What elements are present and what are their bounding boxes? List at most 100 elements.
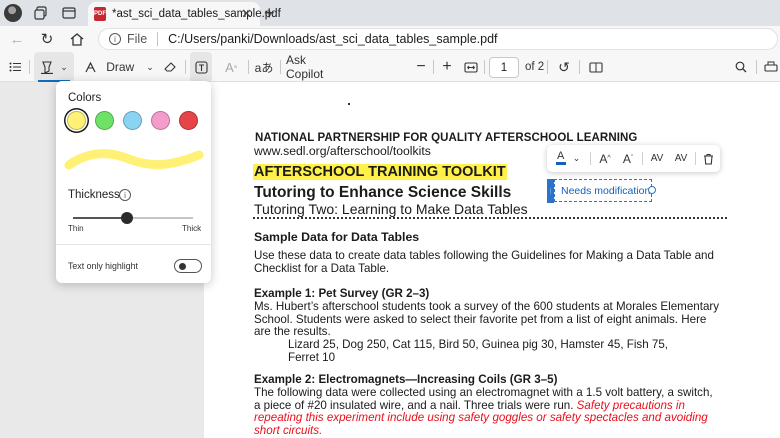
thin-label: Thin	[68, 224, 84, 233]
pdf-toolbar: ⌄ Draw ⌄ Aᵃ aあ Ask Copilot − + 1 of 2 ↺	[0, 52, 780, 82]
org-name: NATIONAL PARTNERSHIP FOR QUALITY AFTERSC…	[255, 132, 638, 144]
fit-to-width-icon[interactable]	[460, 52, 482, 82]
read-aloud-button[interactable]: aあ	[253, 52, 275, 82]
address-bar[interactable]: i File C:/Users/panki/Downloads/ast_sci_…	[98, 28, 778, 50]
document-title: Tutoring to Enhance Science Skills	[254, 184, 512, 201]
annotation-drag-handle[interactable]: ⋮	[547, 179, 554, 203]
thickness-slider-fill	[73, 217, 127, 219]
refresh-icon[interactable]: ↻	[34, 26, 60, 52]
address-scheme-label: File	[127, 32, 148, 46]
toolbar-divider	[590, 152, 591, 165]
annotation-resize-handle[interactable]	[648, 186, 656, 194]
toolkit-heading-highlighted: AFTERSCHOOL TRAINING TOOLKIT	[253, 164, 507, 180]
zoom-in-icon[interactable]: +	[436, 52, 458, 82]
contents-list-icon[interactable]	[4, 52, 26, 82]
intro-paragraph: Use these data to create data tables fol…	[254, 249, 724, 276]
ask-copilot-button[interactable]: Ask Copilot	[286, 52, 346, 82]
address-row: ← ↻ i File C:/Users/panki/Downloads/ast_…	[0, 26, 780, 52]
toolbar-divider	[280, 60, 281, 74]
page-number-input[interactable]: 1	[489, 57, 519, 78]
highlighter-icon	[41, 61, 54, 74]
thick-label: Thick	[182, 224, 202, 233]
thickness-label: Thickness	[68, 189, 120, 201]
home-icon[interactable]	[64, 26, 90, 52]
new-tab-button[interactable]: +	[264, 3, 275, 24]
text-only-highlight-label: Text only highlight	[68, 261, 138, 271]
swatch-blue[interactable]	[123, 111, 142, 130]
increase-spacing-icon[interactable]: AV	[646, 145, 668, 172]
thickness-slider-handle[interactable]	[121, 212, 133, 224]
toolbar-divider	[579, 60, 580, 74]
text-color-button[interactable]: A ⌄	[551, 145, 585, 172]
highlight-preview-stroke	[64, 149, 204, 170]
toolbar-divider	[433, 60, 434, 74]
text-line: Ms. Hubert’s afterschool students took a…	[254, 299, 720, 313]
toolbar-divider	[642, 152, 643, 165]
highlight-button[interactable]: ⌄	[34, 52, 74, 82]
increase-font-size-icon[interactable]: A ^	[594, 145, 616, 172]
profile-avatar[interactable]	[4, 4, 22, 22]
page-count: of 2	[525, 61, 545, 73]
close-tab-icon[interactable]: ✕	[241, 6, 252, 22]
data-line: Ferret 10	[288, 350, 336, 364]
tab-strip: PDF *ast_sci_data_tables_sample.pdf ✕ +	[0, 0, 780, 26]
example-1: Example 1: Pet Survey (GR 2–3) Ms. Huber…	[254, 287, 724, 365]
panel-divider	[56, 244, 211, 245]
swatch-green[interactable]	[95, 111, 114, 130]
safety-note: Safety precautions in	[576, 398, 685, 412]
toolbar-divider	[484, 60, 485, 74]
draw-icon	[85, 61, 96, 72]
pdf-page[interactable]: NATIONAL PARTNERSHIP FOR QUALITY AFTERSC…	[204, 82, 780, 438]
swatch-red[interactable]	[179, 111, 198, 130]
workspaces-icon[interactable]	[28, 0, 54, 26]
font-color-bar	[555, 162, 566, 165]
swatch-yellow[interactable]	[67, 111, 86, 130]
info-icon[interactable]: i	[119, 189, 131, 201]
print-icon[interactable]	[762, 52, 780, 82]
draw-button[interactable]: Draw ⌄	[84, 52, 154, 82]
decrease-spacing-icon[interactable]: AV	[670, 145, 692, 172]
toolbar-divider	[29, 60, 30, 74]
text-line: Checklist for a Data Table.	[254, 261, 390, 275]
toolbar-divider	[248, 60, 249, 74]
decrease-font-size-icon[interactable]: Aˇ	[617, 145, 639, 172]
highlight-options-panel: Colors Thickness i Thin Thick Text only …	[56, 81, 211, 283]
toggle-knob	[179, 263, 186, 270]
back-arrow-icon[interactable]: ←	[4, 26, 30, 52]
text-annotation-box[interactable]: Needs modification	[554, 179, 652, 202]
colors-label: Colors	[68, 92, 102, 104]
document-subtitle: Tutoring Two: Learning to Make Data Tabl…	[254, 201, 528, 217]
annotation-text[interactable]: Needs modification	[561, 185, 650, 197]
zoom-out-icon[interactable]: −	[410, 52, 432, 82]
text-only-highlight-toggle[interactable]	[174, 259, 202, 273]
text-box-icon	[194, 60, 208, 74]
add-text-button[interactable]	[190, 52, 212, 82]
chevron-down-icon: ⌄	[60, 61, 68, 72]
safety-note: short circuits.	[254, 424, 323, 438]
address-divider	[157, 32, 159, 46]
example-2-heading: Example 2: Electromagnets—Increasing Coi…	[254, 373, 558, 386]
text-format-icon[interactable]: Aᵃ	[220, 52, 242, 82]
dotted-divider	[253, 217, 727, 219]
example-2: Example 2: Electromagnets—Increasing Coi…	[254, 373, 724, 438]
text-span: a piece of #20 insulated wire, and a nai…	[254, 398, 577, 412]
page-speck	[348, 103, 350, 105]
draw-label: Draw	[106, 60, 135, 74]
tab-pdf[interactable]: PDF *ast_sci_data_tables_sample.pdf ✕	[88, 2, 281, 26]
info-icon[interactable]: i	[109, 33, 121, 45]
swatch-pink[interactable]	[151, 111, 170, 130]
delete-icon[interactable]	[698, 145, 718, 172]
chevron-down-icon: ⌄	[146, 61, 154, 72]
org-url: www.sedl.org/afterschool/toolkits	[254, 144, 431, 158]
eraser-icon[interactable]	[160, 52, 180, 82]
search-icon[interactable]	[730, 52, 752, 82]
tab-actions-icon[interactable]	[56, 0, 82, 26]
toolbar-divider	[695, 152, 696, 165]
rotate-icon[interactable]: ↺	[553, 52, 575, 82]
pdf-file-icon: PDF	[94, 7, 106, 21]
chevron-down-icon: ⌄	[572, 153, 581, 163]
address-url[interactable]: C:/Users/panki/Downloads/ast_sci_data_ta…	[168, 32, 497, 46]
text-annotation-toolbar: A ⌄ A ^ Aˇ AV AV	[547, 145, 720, 172]
page-view-icon[interactable]	[585, 52, 607, 82]
tab-title: *ast_sci_data_tables_sample.pdf	[112, 8, 281, 20]
